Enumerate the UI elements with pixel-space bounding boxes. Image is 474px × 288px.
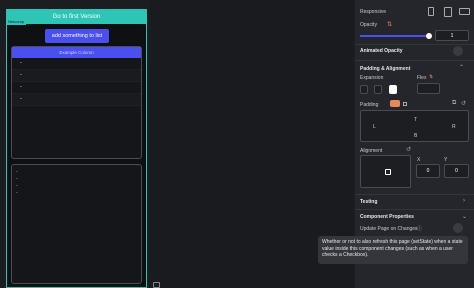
alignment-grid[interactable] <box>360 155 411 188</box>
list-item: - <box>16 176 18 182</box>
chevron-down-icon[interactable]: ⌄ <box>462 213 467 220</box>
chevron-right-icon[interactable]: › <box>463 198 465 204</box>
responsive-label: Responsive <box>360 9 387 15</box>
column-header: Example Column <box>12 47 141 58</box>
canvas-preview[interactable]: Go to first Version add something to lis… <box>6 9 147 288</box>
add-to-list-button[interactable]: add something to list <box>45 29 109 43</box>
tablet-icon[interactable] <box>444 7 452 17</box>
expansion-flexible-button[interactable] <box>374 85 382 94</box>
variable-icon[interactable]: ⇅ <box>429 74 433 80</box>
align-y-input[interactable]: 0 <box>444 164 469 178</box>
testing-section-title[interactable]: Testing <box>360 199 377 205</box>
padding-editor[interactable]: T L R B <box>360 110 469 142</box>
align-x-input[interactable]: 0 <box>416 164 440 178</box>
table-row: - <box>12 94 141 106</box>
example-column-container[interactable]: Example Column - - - - <box>11 46 142 159</box>
opacity-label: Opacity <box>360 22 377 28</box>
reset-icon[interactable]: ↺ <box>406 146 411 153</box>
opacity-slider-handle[interactable] <box>426 33 432 39</box>
padding-label: Padding <box>360 102 379 108</box>
padding-bottom[interactable]: B <box>414 133 417 139</box>
list-item: - <box>16 183 18 189</box>
alignment-center-marker[interactable] <box>385 169 391 175</box>
info-icon[interactable]: ⓘ <box>417 225 422 232</box>
flex-label: Flex <box>417 75 427 81</box>
table-row: - <box>12 82 141 94</box>
update-page-label: Update Page on Changes <box>360 226 418 232</box>
divider <box>355 194 474 195</box>
align-x-label: X <box>417 157 421 163</box>
copy-icon[interactable]: ⧉ <box>452 100 456 107</box>
list-item: - <box>16 190 18 196</box>
update-page-tooltip: Whether or not to also refresh this page… <box>318 236 468 264</box>
animated-opacity-toggle[interactable] <box>453 46 463 56</box>
expansion-expanded-button[interactable] <box>389 85 397 94</box>
component-properties-title[interactable]: Component Properties <box>360 214 414 220</box>
padding-top[interactable]: T <box>414 117 417 123</box>
editor-window: Go to first Version add something to lis… <box>0 0 474 288</box>
padding-right[interactable]: R <box>452 124 456 130</box>
go-to-first-version-button[interactable]: Go to first Version <box>7 10 146 24</box>
table-row: - <box>12 58 141 70</box>
expansion-label: Expansion <box>360 75 384 81</box>
opacity-input[interactable]: 1 <box>435 30 469 41</box>
opacity-slider-track[interactable] <box>360 35 430 37</box>
update-page-toggle[interactable] <box>453 223 463 233</box>
layers-icon[interactable] <box>153 282 160 288</box>
divider <box>355 209 474 210</box>
expansion-default-button[interactable] <box>360 85 368 94</box>
phone-icon[interactable] <box>428 7 434 16</box>
desktop-icon[interactable] <box>459 8 470 15</box>
padding-left[interactable]: L <box>373 124 376 130</box>
variable-icon[interactable]: ⇅ <box>387 21 392 28</box>
list-container[interactable]: - - - - <box>11 164 142 284</box>
reset-icon[interactable]: ↺ <box>461 100 466 107</box>
padding-individual-toggle[interactable] <box>403 102 407 106</box>
alignment-label: Alignment <box>360 148 383 154</box>
padding-uniform-toggle[interactable] <box>390 100 400 107</box>
flex-input[interactable] <box>417 83 440 94</box>
align-y-label: Y <box>444 157 448 163</box>
animated-opacity-label: Animated Opacity <box>360 48 403 54</box>
divider <box>355 44 474 45</box>
table-row: - <box>12 70 141 82</box>
list-item: - <box>16 169 18 175</box>
padding-alignment-title: Padding & Alignment <box>360 66 411 72</box>
chevron-up-icon[interactable]: ⌃ <box>459 64 464 71</box>
divider <box>355 60 474 61</box>
widget-tag: Netcomp <box>6 19 27 25</box>
